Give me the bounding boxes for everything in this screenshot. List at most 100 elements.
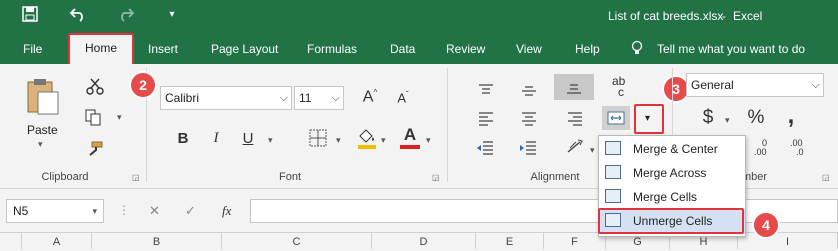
home-callout-box [68,33,134,67]
font-color-dropdown-icon[interactable]: ▾ [426,135,431,146]
tab-file[interactable]: File [23,42,42,56]
paste-icon[interactable] [22,76,62,119]
increase-indent-icon[interactable] [519,141,537,158]
alignment-group-label: Alignment [530,171,580,183]
decrease-decimal-button[interactable]: .00 .0 [790,139,804,157]
title-separator: - [722,9,726,23]
tell-me-search[interactable]: Tell me what you want to do [657,42,805,56]
decrease-indent-icon[interactable] [476,141,494,158]
merge-cells-icon [605,189,621,203]
column-header[interactable]: C [222,233,372,249]
app-name: Excel [733,9,763,23]
orientation-icon[interactable] [566,138,588,159]
wrap-text-button[interactable]: ab c [612,75,625,98]
align-left-icon[interactable] [478,112,494,129]
redo-icon[interactable] [114,6,138,27]
font-color-button[interactable]: A [400,126,420,149]
column-header[interactable]: A [22,233,92,249]
number-launcher-icon[interactable]: ◲ [822,173,830,182]
formula-input[interactable] [250,199,838,223]
merge-across-icon [605,165,621,179]
menu-item-merge-across[interactable]: Merge Across [599,162,745,186]
callout-badge-4: 4 [754,213,778,237]
currency-button[interactable]: $ [700,107,716,129]
percent-button[interactable]: % [745,107,767,129]
copy-dropdown-icon[interactable]: ▾ [117,112,122,123]
font-name-select[interactable]: Calibri ⌵ [160,86,292,110]
increase-decimal-button[interactable]: 0 .00 [754,139,767,157]
insert-function-button[interactable]: fx [222,203,231,219]
group-divider [447,68,448,182]
copy-icon[interactable] [84,108,102,129]
borders-icon[interactable] [309,129,327,150]
chevron-down-icon: ⌵ [811,79,820,91]
format-painter-icon[interactable] [86,140,104,161]
font-group-label: Font [278,171,301,183]
chevron-down-icon: ▾ [92,206,97,216]
comma-style-button[interactable]: , [785,102,797,130]
column-header[interactable]: I [738,233,838,249]
align-center-icon[interactable] [521,112,537,129]
number-format-value: General [691,78,734,92]
undo-icon[interactable] [66,6,90,27]
menu-item-merge-cells[interactable]: Merge Cells [599,186,745,210]
tab-formulas[interactable]: Formulas [307,42,357,56]
fill-color-icon[interactable] [356,127,378,152]
tab-page-layout[interactable]: Page Layout [211,42,278,56]
underline-button[interactable]: U [240,130,256,147]
middle-align-icon[interactable] [521,84,537,101]
top-align-icon[interactable] [478,84,494,101]
font-color-swatch [400,145,420,149]
lightbulb-icon [630,40,644,59]
merge-center-button[interactable] [602,106,630,130]
merge-dropdown-button[interactable]: ▾ [634,104,664,134]
column-header[interactable]: B [92,233,222,249]
paste-dropdown-icon[interactable]: ▾ [38,139,43,150]
save-icon[interactable] [18,6,42,27]
tab-data[interactable]: Data [390,42,415,56]
align-right-icon[interactable] [567,112,583,129]
menu-item-merge-center[interactable]: Merge & Center [599,138,745,162]
bottom-align-button[interactable] [554,74,594,100]
unmerge-callout-box [598,208,744,234]
tab-insert[interactable]: Insert [148,42,178,56]
document-title: List of cat breeds.xlsx [608,9,724,23]
font-size-select[interactable]: 11 ⌵ [294,86,344,110]
tab-view[interactable]: View [516,42,542,56]
chevron-down-icon: ⌵ [279,92,288,104]
number-group-label: mber [742,171,768,183]
borders-dropdown-icon[interactable]: ▾ [336,135,341,146]
bold-button[interactable]: B [175,130,191,147]
currency-dropdown-icon[interactable]: ▾ [725,115,730,126]
name-box-value: N5 [13,204,29,218]
number-format-select[interactable]: General ⌵ [686,73,824,97]
name-box[interactable]: N5 ▾ [6,199,104,223]
enter-entry-button[interactable]: ✓ [185,203,196,219]
orientation-dropdown-icon[interactable]: ▾ [590,145,595,156]
fill-color-dropdown-icon[interactable]: ▾ [381,135,386,146]
italic-button[interactable]: I [208,130,224,147]
chevron-down-icon: ⌵ [331,92,340,104]
paste-button[interactable]: Paste [27,123,58,137]
customize-qat-icon[interactable]: ▾ [160,9,184,20]
underline-dropdown-icon[interactable]: ▾ [268,135,273,146]
clipboard-group-label: Clipboard [41,171,89,183]
callout-badge-2: 2 [131,73,155,97]
merge-center-icon [605,141,621,155]
font-name-value: Calibri [165,91,200,105]
column-header[interactable]: D [372,233,476,249]
tab-review[interactable]: Review [446,42,485,56]
callout-badge-3: 3 [664,77,688,101]
cut-icon[interactable] [86,77,104,98]
shrink-font-button[interactable]: Aˇ [394,90,412,105]
chevron-down-icon: ▾ [645,113,651,124]
cancel-entry-button[interactable]: ✕ [149,203,160,219]
select-all-corner[interactable] [0,233,22,249]
clipboard-launcher-icon[interactable]: ◲ [132,173,140,182]
font-launcher-icon[interactable]: ◲ [432,173,440,182]
grow-font-button[interactable]: A^ [361,88,379,106]
column-header[interactable]: E [476,233,544,249]
formula-bar-grip-icon: ⋮ [118,203,130,217]
tab-help[interactable]: Help [575,42,600,56]
column-header[interactable]: F [544,233,606,249]
